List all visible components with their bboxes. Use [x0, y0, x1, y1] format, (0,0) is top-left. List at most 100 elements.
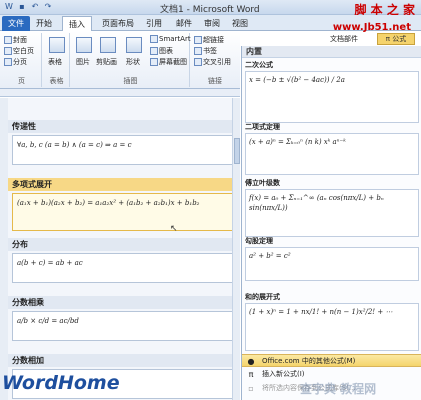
gallery-section-title: 多项式展开 — [8, 178, 237, 191]
tab-page-layout[interactable]: 页面布局 — [96, 16, 140, 31]
save-icon[interactable]: ▪ — [17, 2, 27, 12]
chart-label: 图表 — [159, 47, 173, 55]
cover-label: 封面 — [13, 36, 27, 44]
gallery-section-title: 分数相乘 — [8, 296, 237, 309]
hyperlink-button[interactable]: 超链接 — [194, 35, 224, 45]
gallery-scrollbar[interactable] — [232, 98, 240, 400]
ruler — [0, 89, 240, 97]
group-label-pages: 页 — [18, 77, 25, 85]
page-break-label: 分页 — [13, 58, 27, 66]
chart-icon — [150, 47, 158, 55]
quick-access-toolbar: W ▪ ↶ ↷ — [4, 2, 53, 12]
office-logo-icon: ● — [247, 357, 255, 366]
equation-name: 傅立叶级数 — [245, 179, 280, 187]
tab-view[interactable]: 视图 — [226, 16, 254, 31]
cross-reference-label: 交叉引用 — [203, 58, 231, 66]
clipart-label: 剪贴画 — [96, 58, 117, 66]
smartart-button[interactable]: SmartArt — [150, 35, 191, 43]
more-equations-office-button[interactable]: ● Office.com 中的其他公式(M) — [242, 354, 421, 367]
word-icon: W — [5, 2, 13, 11]
smartart-label: SmartArt — [159, 35, 191, 43]
group-label-illustrations: 插图 — [123, 77, 138, 85]
cross-reference-button[interactable]: 交叉引用 — [194, 57, 231, 67]
equation-name: 二次公式 — [245, 61, 273, 69]
equation-preview[interactable]: a² + b² = c² — [245, 247, 419, 281]
watermark-bottom: 查字典 教程网 — [300, 382, 377, 396]
equation-preview[interactable]: f(x) = a₀ + Σₙ₌₁^∞ (aₙ cos(nπx/L) + bₙ s… — [245, 189, 419, 237]
equation-name: 二项式定理 — [245, 123, 280, 131]
tab-file[interactable]: 文件 — [2, 16, 30, 31]
equation-preview[interactable]: x = (−b ± √(b² − 4ac)) / 2a — [245, 71, 419, 123]
clipart-icon[interactable] — [100, 37, 116, 53]
panel-header: 内置 — [242, 46, 421, 58]
equation-gallery: 传递性 ∀a, b, c (a = b) ∧ (a = c) ⇒ a = c 多… — [8, 98, 238, 400]
picture-icon[interactable] — [76, 37, 92, 53]
panel-equation-item[interactable]: 二次公式 x = (−b ± √(b² − 4ac)) / 2a — [242, 60, 421, 123]
more-equations-label: Office.com 中的其他公式(M) — [262, 357, 356, 365]
gallery-section[interactable]: 分数相乘 a/b × c/d = ac/bd — [8, 296, 237, 343]
bookmark-button[interactable]: 书签 — [194, 46, 217, 56]
page-break-button[interactable]: 分页 — [4, 57, 27, 67]
document-parts-button[interactable]: 文档部件 — [330, 34, 358, 44]
equation-preview[interactable]: (1 + x)ⁿ = 1 + nx/1! + n(n − 1)x²/2! + ⋯ — [245, 303, 419, 351]
equation-button[interactable]: π 公式 — [377, 33, 415, 45]
scrollbar-thumb[interactable] — [234, 138, 240, 164]
equation-preview[interactable]: (x + a)ⁿ = Σₖ₌₀ⁿ (n k) xᵏ aⁿ⁻ᵏ — [245, 133, 419, 175]
gallery-section-title: 分数相加 — [8, 354, 237, 367]
pages-group: 封面 空白页 分页 页 — [2, 33, 42, 87]
gallery-formula[interactable]: a/b × c/d = ac/bd — [12, 311, 234, 341]
panel-equation-item[interactable]: 二项式定理 (x + a)ⁿ = Σₖ₌₀ⁿ (n k) xᵏ aⁿ⁻ᵏ — [242, 122, 421, 175]
watermark-url: www.Jb51.net — [332, 22, 411, 33]
tab-home[interactable]: 开始 — [30, 16, 58, 31]
ribbon: 封面 空白页 分页 页 表格 表格 图片 剪贴画 形状 SmartArt 图表 … — [0, 31, 240, 89]
pi-icon: π — [248, 370, 254, 379]
gallery-section-title: 分布 — [8, 238, 237, 251]
insert-new-equation-label: 插入新公式(I) — [262, 370, 305, 378]
screenshot-label: 屏幕截图 — [159, 58, 187, 66]
bookmark-icon — [194, 47, 202, 55]
title-bar: W ▪ ↶ ↷ 文档1 - Microsoft Word 脚 本 之 家 — [0, 0, 421, 17]
mouse-pointer-icon: ↖ — [170, 224, 178, 234]
gallery-formula[interactable]: (a₁x + b₁)(a₂x + b₂) = a₁a₂x² + (a₁b₂ + … — [12, 193, 234, 231]
chart-button[interactable]: 图表 — [150, 46, 173, 56]
shapes-label: 形状 — [126, 58, 140, 66]
links-group: 超链接 书签 交叉引用 链接 — [192, 33, 238, 87]
blank-page-label: 空白页 — [13, 47, 34, 55]
group-label-table: 表格 — [49, 77, 64, 85]
cross-reference-icon — [194, 58, 202, 66]
gallery-formula[interactable]: a(b + c) = ab + ac — [12, 253, 234, 283]
undo-icon[interactable]: ↶ — [30, 2, 40, 12]
hyperlink-label: 超链接 — [203, 36, 224, 44]
screenshot-icon — [150, 58, 158, 66]
gallery-section-highlighted[interactable]: 多项式展开 (a₁x + b₁)(a₂x + b₂) = a₁a₂x² + (a… — [8, 178, 237, 233]
table-label: 表格 — [48, 58, 62, 66]
table-icon[interactable] — [49, 37, 65, 53]
left-margin-bar — [0, 98, 8, 400]
shapes-icon[interactable] — [126, 37, 142, 53]
gallery-section[interactable]: 传递性 ∀a, b, c (a = b) ∧ (a = c) ⇒ a = c — [8, 120, 237, 167]
illustrations-group: 图片 剪贴画 形状 SmartArt 图表 屏幕截图 插图 — [72, 33, 191, 87]
equation-name: 勾股定理 — [245, 237, 273, 245]
wordhome-logo: WordHome — [2, 372, 120, 394]
gallery-formula[interactable]: ∀a, b, c (a = b) ∧ (a = c) ⇒ a = c — [12, 135, 234, 165]
blank-page-button[interactable]: 空白页 — [4, 46, 34, 56]
cover-icon — [4, 36, 12, 44]
screenshot-button[interactable]: 屏幕截图 — [150, 57, 187, 67]
window-title: 文档1 - Microsoft Word — [160, 5, 260, 15]
cover-page-button[interactable]: 封面 — [4, 35, 27, 45]
tab-review[interactable]: 审阅 — [198, 16, 226, 31]
save-to-gallery-icon: ▫ — [248, 384, 254, 393]
tab-insert[interactable]: 插入 — [62, 16, 92, 31]
gallery-section[interactable]: 分布 a(b + c) = ab + ac — [8, 238, 237, 285]
panel-equation-item[interactable]: 和的展开式 (1 + x)ⁿ = 1 + nx/1! + n(n − 1)x²/… — [242, 292, 421, 351]
gallery-section-title: 传递性 — [8, 120, 237, 133]
picture-label: 图片 — [76, 58, 90, 66]
smartart-icon — [150, 35, 158, 43]
builtin-equations-panel: 内置 二次公式 x = (−b ± √(b² − 4ac)) / 2a 二项式定… — [241, 46, 421, 400]
redo-icon[interactable]: ↷ — [43, 2, 53, 12]
tab-references[interactable]: 引用 — [140, 16, 168, 31]
tab-mailings[interactable]: 邮件 — [170, 16, 198, 31]
panel-equation-item[interactable]: 傅立叶级数 f(x) = a₀ + Σₙ₌₁^∞ (aₙ cos(nπx/L) … — [242, 178, 421, 237]
page-break-icon — [4, 58, 12, 66]
panel-equation-item[interactable]: 勾股定理 a² + b² = c² — [242, 236, 421, 281]
